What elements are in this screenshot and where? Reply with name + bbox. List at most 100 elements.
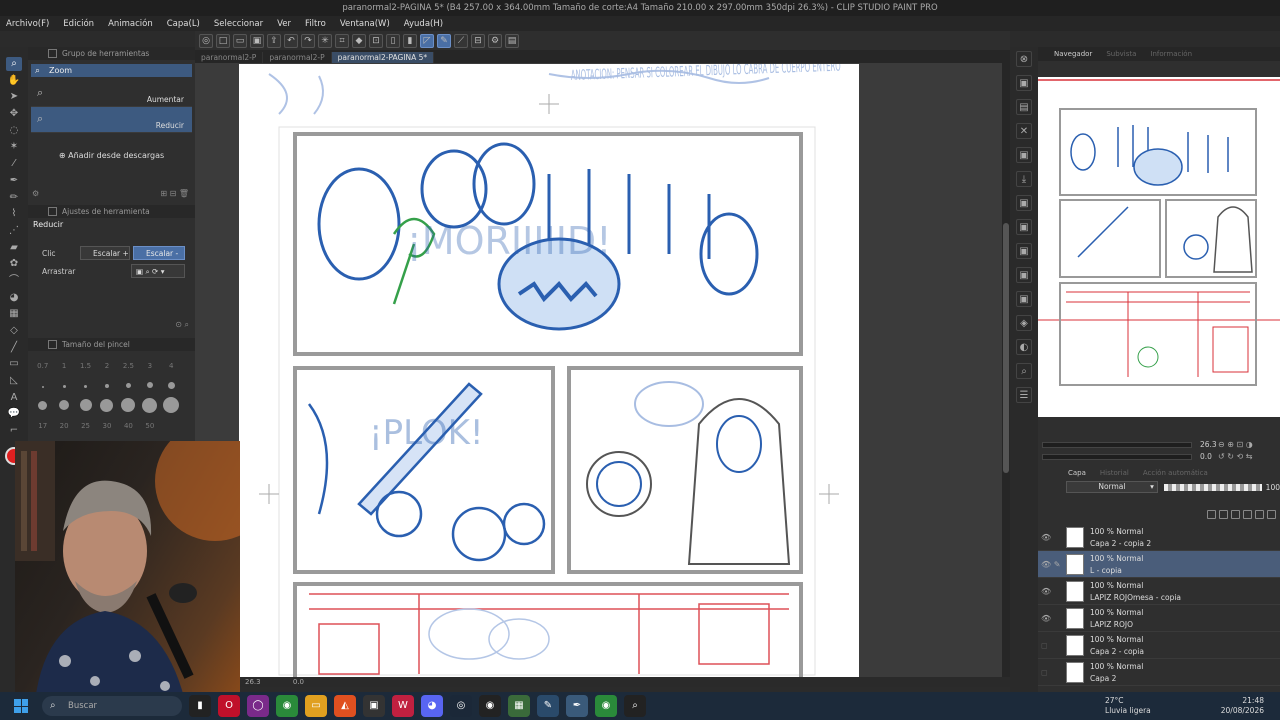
close-panel-icon[interactable]: ✕	[1016, 123, 1032, 139]
brush-size-label[interactable]: 25	[75, 422, 96, 430]
brush-tool-icon[interactable]: ⌇	[6, 207, 22, 221]
color-icon[interactable]: ◐	[1016, 339, 1032, 355]
decoration-tool-icon[interactable]: ✿	[6, 257, 22, 271]
brush-size-menu-icon[interactable]	[48, 340, 57, 349]
sub-tool-tab[interactable]: ⌕ Zoom	[31, 64, 192, 77]
menu-ayuda[interactable]: Ayuda(H)	[404, 19, 443, 29]
tab-layer[interactable]: Capa	[1068, 469, 1086, 477]
visibility-eye-icon[interactable]: 👁	[1041, 533, 1051, 542]
layer-row[interactable]: 👁 100 % Normal Capa 2 - copia 2	[1038, 524, 1280, 551]
visibility-eye-icon[interactable]: 👁 ✎	[1041, 560, 1060, 569]
canvas-area[interactable]: ANOTACION: PENSAR SI COLOREAR EL DIBUJO …	[195, 63, 1010, 677]
object-tool-icon[interactable]: ➤	[6, 90, 22, 104]
canvas-vertical-scrollbar[interactable]	[1002, 63, 1010, 677]
opacity-slider[interactable]	[1163, 483, 1262, 491]
brush-size-label[interactable]: 1	[53, 362, 74, 370]
app-icon[interactable]: ▣	[363, 695, 385, 717]
brush-size-dot[interactable]	[75, 382, 96, 390]
move-tool-icon[interactable]: ✥	[6, 107, 22, 121]
undo-icon[interactable]: ↶	[284, 33, 298, 48]
blend-tool-icon[interactable]: ⌒	[6, 274, 22, 288]
menu-seleccionar[interactable]: Seleccionar	[214, 19, 263, 29]
windows-start-icon[interactable]	[14, 699, 28, 713]
lock-icon[interactable]: ⊟	[471, 33, 485, 48]
tab-doc-2[interactable]: paranormal2-P	[263, 52, 332, 63]
zoom-buttons-icon[interactable]: ⊖ ⊕ ⊡ ◑	[1218, 440, 1253, 449]
navigator-preview[interactable]	[1038, 77, 1280, 417]
menu-archivo[interactable]: Archivo(F)	[6, 19, 49, 29]
menu-edicion[interactable]: Edición	[63, 19, 94, 29]
save-icon[interactable]: ▣	[250, 33, 264, 48]
rotation-angle[interactable]: 0.0	[293, 678, 304, 686]
visibility-eye-icon[interactable]: ◻	[1041, 668, 1048, 677]
brush-size-dot[interactable]	[161, 381, 182, 391]
app-icon-2[interactable]: ▦	[508, 695, 530, 717]
deselect-icon[interactable]: ▯	[386, 33, 400, 48]
material-2-icon[interactable]: ▤	[1016, 99, 1032, 115]
brush-size-dot[interactable]	[118, 398, 139, 414]
clip-studio-paint-icon[interactable]: ✒	[566, 695, 588, 717]
brush-size-dot[interactable]	[96, 398, 117, 414]
brush-size-dot[interactable]	[96, 382, 117, 390]
visibility-eye-icon[interactable]: 👁	[1041, 587, 1051, 596]
brush-size-label[interactable]: 40	[118, 422, 139, 430]
brush-size-label[interactable]: 1.5	[75, 362, 96, 370]
text-tool-icon[interactable]: A	[6, 391, 22, 405]
transform-icon[interactable]: ⊡	[369, 33, 383, 48]
opera-gx-icon[interactable]: ◯	[247, 695, 269, 717]
zoom-tool-icon[interactable]: ⌕	[6, 57, 22, 71]
brush-size-label[interactable]: 4	[161, 362, 182, 370]
discord-icon[interactable]: ◕	[421, 695, 443, 717]
navigator-zoom-value[interactable]: 26.3	[1200, 440, 1217, 449]
add-from-downloads-button[interactable]: ⊕ Añadir desde descargas	[28, 151, 195, 160]
ruler-icon[interactable]: ⟋	[454, 33, 468, 48]
click-zoom-out-option[interactable]: Escalar -	[133, 246, 185, 260]
navigator-rotation-slider[interactable]	[1042, 454, 1192, 460]
new-icon[interactable]: □	[216, 33, 230, 48]
download-icon[interactable]: ⤓	[1016, 171, 1032, 187]
figure-tool-icon[interactable]: ◇	[6, 324, 22, 338]
panel-menu-icon[interactable]	[48, 49, 57, 58]
brush-size-dot[interactable]	[32, 400, 53, 412]
balloon-tool-icon[interactable]: 💬	[6, 407, 22, 421]
eyedropper-icon[interactable]: ⁄	[6, 157, 22, 171]
brush-size-label[interactable]: 17	[32, 422, 53, 430]
brave-icon[interactable]: ◭	[334, 695, 356, 717]
rotate-buttons-icon[interactable]: ↺ ↻ ⟲ ⇆	[1218, 452, 1252, 461]
menu-capa[interactable]: Capa(L)	[167, 19, 200, 29]
weather-widget[interactable]: 27°C Lluvia ligera	[1105, 696, 1151, 716]
brush-size-dot[interactable]	[75, 399, 96, 413]
layer-row[interactable]: ◻ 100 % Normal Capa 2	[1038, 659, 1280, 686]
brush-size-label[interactable]: 20	[53, 422, 74, 430]
clear-icon[interactable]: ✳	[318, 33, 332, 48]
tab-auto-action[interactable]: Acción automática	[1143, 469, 1208, 477]
file-explorer-icon[interactable]: ▭	[305, 695, 327, 717]
menu-filtro[interactable]: Filtro	[305, 19, 326, 29]
brush-size-label[interactable]: 0.7	[32, 362, 53, 370]
click-zoom-in-option[interactable]: Escalar +	[80, 246, 130, 260]
navigator-icon[interactable]: ◎	[199, 33, 213, 48]
brush-size-label[interactable]: 50	[139, 422, 160, 430]
sub-tool-settings-icon[interactable]: ⚙	[32, 189, 39, 198]
frame-tool-icon[interactable]: ▭	[6, 357, 22, 371]
crop-icon[interactable]: ⌗	[335, 33, 349, 48]
hand-tool-icon[interactable]: ✋	[6, 74, 22, 88]
search-layer-icon[interactable]: ⌕	[1016, 363, 1032, 379]
layer-row[interactable]: 👁 100 % Normal LAPIZ ROJOmesa - copia	[1038, 578, 1280, 605]
zoom-level[interactable]: 26.3	[245, 678, 261, 686]
material-icon[interactable]: ▣	[1016, 75, 1032, 91]
line-tool-icon[interactable]: ╱	[6, 341, 22, 355]
gradient-tool-icon[interactable]: ▦	[6, 307, 22, 321]
navigator-rotation-value[interactable]: 0.0	[1200, 452, 1212, 461]
material-6-icon[interactable]: ▣	[1016, 243, 1032, 259]
brush-size-dot[interactable]	[139, 397, 160, 415]
steam-icon[interactable]: ◎	[450, 695, 472, 717]
pen-icon[interactable]: ✎	[437, 33, 451, 48]
tab-doc-active[interactable]: paranormal2-PAGINA 5*	[331, 52, 435, 63]
layer-row-selected[interactable]: 👁 ✎ 100 % Normal L - copia	[1038, 551, 1280, 578]
brush-size-dot[interactable]	[53, 382, 74, 390]
task-view-icon[interactable]: ▮	[189, 695, 211, 717]
merge-icon[interactable]	[1255, 510, 1264, 519]
list-icon[interactable]: ☰	[1016, 387, 1032, 403]
open-icon[interactable]: ▭	[233, 33, 247, 48]
